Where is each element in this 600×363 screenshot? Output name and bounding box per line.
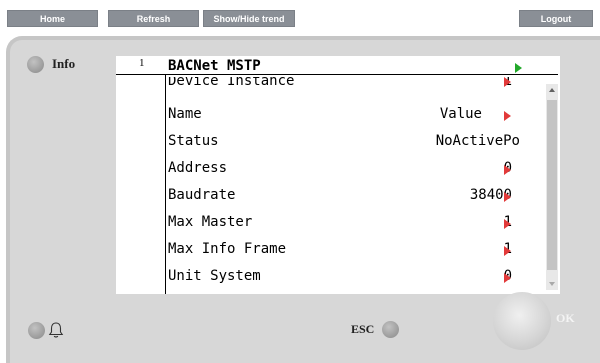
screen-title: BACNet MSTP [168,58,261,74]
row-label: Name [168,106,202,122]
page-number: 1 [139,57,145,69]
edit-arrow-icon[interactable] [504,111,511,121]
row-label: Baudrate [168,187,236,203]
list-item-max-info-frame[interactable]: Max Info Frame 1 [168,241,538,267]
esc-label: ESC [351,322,375,336]
row-label: Max Master [168,214,253,230]
logout-button[interactable]: Logout [519,10,593,27]
list-scrollbar[interactable] [546,84,558,290]
list-item-device-instance[interactable]: Device Instance 1 [168,77,538,91]
list-item-address[interactable]: Address 0 [168,160,538,186]
list-item-max-master[interactable]: Max Master 1 [168,214,538,240]
list-item-status: Status NoActivePo [168,133,538,159]
list-item-baudrate[interactable]: Baudrate 38400 [168,187,538,213]
edit-arrow-icon[interactable] [504,192,511,202]
edit-arrow-icon[interactable] [504,246,511,256]
edit-arrow-icon[interactable] [504,165,511,175]
edit-arrow-icon[interactable] [504,219,511,229]
column-divider [165,74,166,294]
show-hide-trend-button[interactable]: Show/Hide trend [203,10,295,27]
home-button[interactable]: Home [7,10,98,27]
row-value: NoActivePo [435,133,520,149]
title-arrow-icon[interactable] [515,63,522,73]
display-screen: 1 BACNet MSTP Device Instance 1 Name Val… [116,56,560,294]
scrollbar-thumb[interactable] [547,100,557,270]
alarm-led-button[interactable] [28,322,45,339]
title-divider [116,74,558,75]
list-item-unit-system[interactable]: Unit System 0 [168,268,538,294]
ok-button[interactable] [493,292,551,350]
row-label: Address [168,160,228,176]
info-label: Info [52,56,76,71]
edit-arrow-icon[interactable] [504,77,511,87]
scroll-up-icon[interactable] [549,88,555,92]
list-item-name[interactable]: Name Value [168,106,538,132]
row-label: Unit System [168,268,261,284]
refresh-button[interactable]: Refresh [108,10,199,27]
info-led-button[interactable] [27,56,44,73]
bell-icon[interactable] [48,321,64,339]
esc-button[interactable] [382,321,399,338]
row-label: Max Info Frame [168,241,287,257]
row-value: Value [439,106,482,122]
top-toolbar: Home Refresh Show/Hide trend Logout [0,0,600,30]
row-label: Status [168,133,219,149]
ok-label: OK [556,311,575,325]
edit-arrow-icon[interactable] [504,273,511,283]
row-label: Device Instance [168,77,295,89]
scroll-down-icon[interactable] [549,282,555,286]
